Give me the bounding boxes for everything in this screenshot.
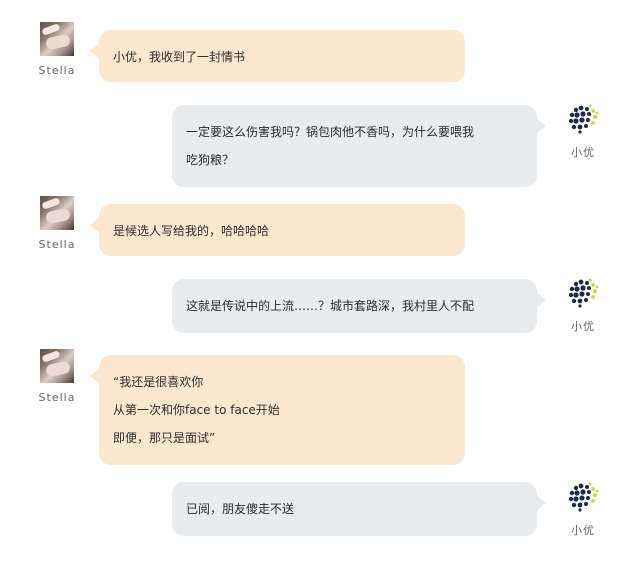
sender-name: 小优 — [571, 524, 595, 537]
message-row: Stella 是候选人写给我的，哈哈哈哈 — [0, 196, 640, 256]
dotted-globe-icon — [568, 278, 599, 308]
message-row: 小优 已阅，朋友傻走不送 — [0, 480, 640, 540]
xiaoyou-avatar[interactable] — [566, 276, 600, 310]
message-text: 已阅，朋友傻走不送 — [186, 502, 295, 516]
message-text: 即便，那只是面试” — [113, 431, 216, 445]
message-bubble[interactable]: 小优，我收到了一封情书 — [90, 30, 465, 82]
message-text: 小优，我收到了一封情书 — [113, 50, 246, 64]
message-row: Stella “我还是很喜欢你 从第一次和你face to face开始 即便，… — [0, 349, 640, 467]
message-text: 从第一次和你face to face开始 — [113, 403, 280, 417]
message-bubble[interactable]: 是候选人写给我的，哈哈哈哈 — [90, 204, 465, 256]
message-text: 是候选人写给我的，哈哈哈哈 — [113, 224, 270, 238]
dotted-globe-icon — [568, 104, 599, 134]
sender-name: 小优 — [571, 146, 595, 159]
message-bubble[interactable]: 一定要这么伤害我吗？锅包肉他不香吗，为什么要喂我 吃狗粮？ — [172, 105, 546, 187]
message-bubble[interactable]: 这就是传说中的上流……？城市套路深，我村里人不配 — [172, 279, 546, 333]
chat-conversation: Stella 小优，我收到了一封情书 小优 一定要这么伤害我吗？锅包肉他不香吗，… — [0, 0, 640, 578]
message-row: 小优 一定要这么伤害我吗？锅包肉他不香吗，为什么要喂我 吃狗粮？ — [0, 102, 640, 187]
sender-name: Stella — [38, 238, 76, 251]
sender-name: Stella — [38, 391, 76, 404]
dotted-globe-icon — [568, 482, 599, 512]
sender-name: Stella — [38, 64, 76, 77]
message-text: 吃狗粮？ — [186, 153, 235, 167]
stella-avatar[interactable] — [40, 196, 74, 230]
sender-name: 小优 — [571, 320, 595, 333]
stella-avatar[interactable] — [40, 349, 74, 383]
message-text: “我还是很喜欢你 — [113, 375, 204, 389]
message-row: 小优 这就是传说中的上流……？城市套路深，我村里人不配 — [0, 276, 640, 336]
message-text: 这就是传说中的上流……？城市套路深，我村里人不配 — [186, 299, 475, 313]
message-text: 一定要这么伤害我吗？锅包肉他不香吗，为什么要喂我 — [186, 125, 475, 139]
xiaoyou-avatar[interactable] — [566, 480, 600, 514]
message-bubble[interactable]: 已阅，朋友傻走不送 — [172, 482, 546, 536]
xiaoyou-avatar[interactable] — [566, 102, 600, 136]
stella-avatar[interactable] — [40, 22, 74, 56]
message-bubble[interactable]: “我还是很喜欢你 从第一次和你face to face开始 即便，那只是面试” — [90, 355, 465, 465]
message-row: Stella 小优，我收到了一封情书 — [0, 22, 640, 82]
